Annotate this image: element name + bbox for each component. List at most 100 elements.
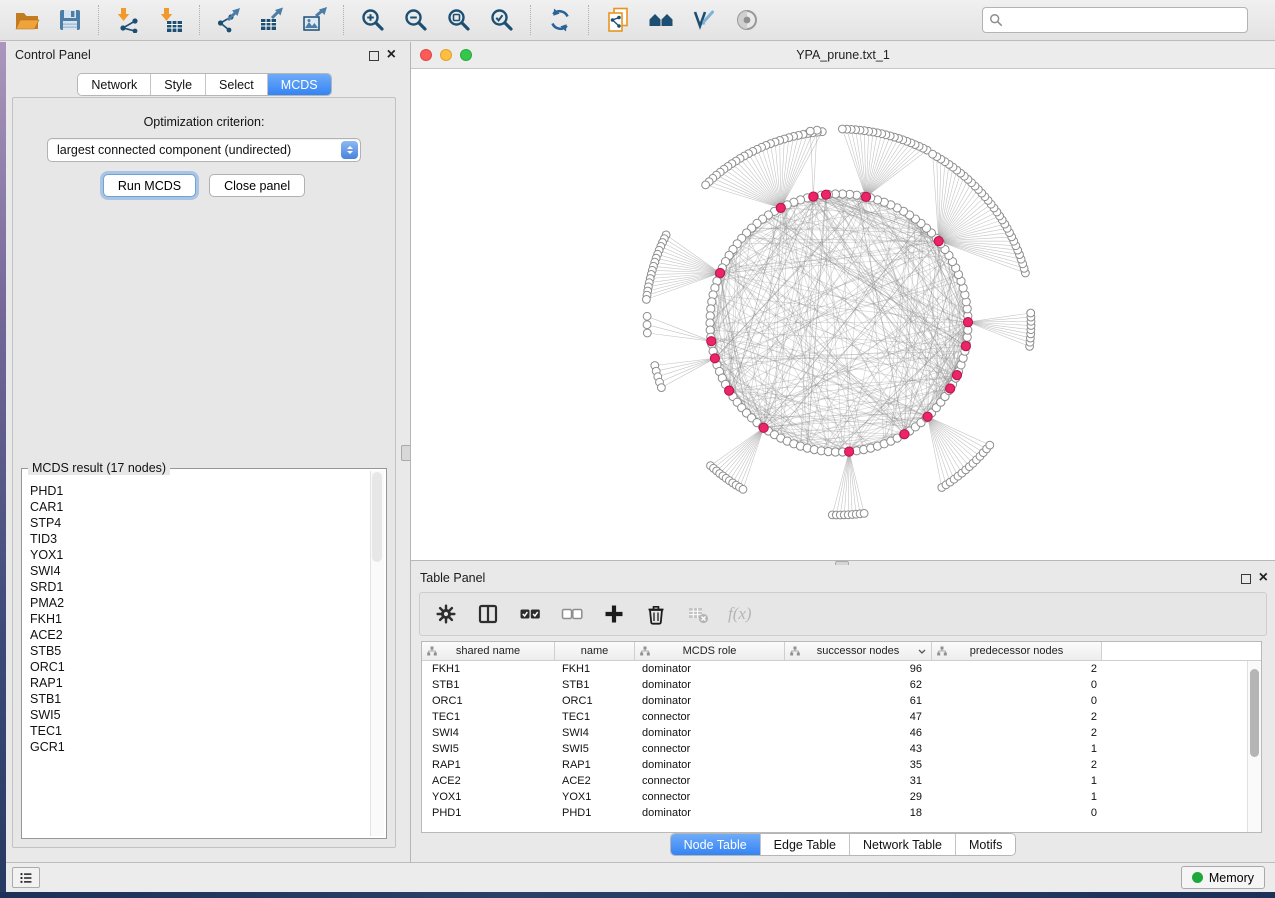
network-node[interactable] [1027,309,1035,317]
save-session-button[interactable] [55,5,85,35]
import-table-button[interactable] [156,5,186,35]
tab-mcds[interactable]: MCDS [268,74,331,95]
mcds-node[interactable] [923,412,932,421]
mcds-result-item[interactable]: SWI5 [24,707,370,723]
network-node[interactable] [839,125,847,133]
first-neighbors-button[interactable] [646,5,676,35]
mcds-result-item[interactable]: TID3 [24,531,370,547]
table-cell[interactable]: connector [635,743,785,755]
mcds-node[interactable] [776,203,785,212]
mcds-result-item[interactable]: STB5 [24,643,370,659]
table-cell[interactable]: 2 [932,727,1102,739]
mcds-node[interactable] [716,268,725,277]
table-row[interactable]: TEC1TEC1connector472 [422,709,1247,725]
open-session-button[interactable] [12,5,42,35]
table-cell[interactable]: 62 [785,679,932,691]
mcds-result-item[interactable]: SWI4 [24,563,370,579]
table-cell[interactable]: ACE2 [555,775,635,787]
table-cell[interactable]: ORC1 [422,695,555,707]
maximize-window-icon[interactable] [460,49,472,61]
table-cell[interactable]: dominator [635,679,785,691]
zoom-out-button[interactable] [401,5,431,35]
mcds-result-item[interactable]: ACE2 [24,627,370,643]
column-header-successor-nodes[interactable]: successor nodes [785,642,932,661]
table-row[interactable]: PHD1PHD1dominator180 [422,805,1247,821]
delete-columns-button[interactable] [644,602,668,626]
table-cell[interactable]: 61 [785,695,932,707]
table-cell[interactable]: FKH1 [555,663,635,675]
table-cell[interactable]: 2 [932,663,1102,675]
mcds-node[interactable] [759,423,768,432]
mcds-node[interactable] [707,337,716,346]
network-node[interactable] [643,329,651,337]
table-cell[interactable]: 18 [785,807,932,819]
table-cell[interactable]: SWI5 [422,743,555,755]
mcds-list-scrollbar[interactable] [370,471,384,836]
export-image-button[interactable] [300,5,330,35]
column-header-predecessor-nodes[interactable]: predecessor nodes [932,642,1102,661]
table-row[interactable]: ORC1ORC1dominator610 [422,693,1247,709]
network-node[interactable] [658,384,666,392]
table-row[interactable]: SWI5SWI5connector431 [422,741,1247,757]
graphics-details-button[interactable] [732,5,762,35]
network-node[interactable] [643,296,651,304]
table-cell[interactable]: 2 [932,711,1102,723]
close-panel-icon[interactable]: × [387,45,396,65]
table-row[interactable]: STB1STB1dominator620 [422,677,1247,693]
table-cell[interactable]: connector [635,791,785,803]
table-cell[interactable]: 0 [932,695,1102,707]
table-cell[interactable]: connector [635,711,785,723]
table-cell[interactable]: 0 [932,807,1102,819]
table-cell[interactable]: 2 [932,759,1102,771]
table-cell[interactable]: 43 [785,743,932,755]
network-node[interactable] [643,312,651,320]
network-node[interactable] [929,150,937,158]
tab-node-table[interactable]: Node Table [671,834,761,855]
table-cell[interactable]: PHD1 [555,807,635,819]
export-table-button[interactable] [257,5,287,35]
table-row[interactable]: SWI4SWI4dominator462 [422,725,1247,741]
table-cell[interactable]: dominator [635,727,785,739]
table-cell[interactable]: ORC1 [555,695,635,707]
table-cell[interactable]: SWI4 [555,727,635,739]
zoom-in-button[interactable] [358,5,388,35]
table-cell[interactable]: TEC1 [555,711,635,723]
scrollbar-thumb[interactable] [372,472,382,562]
mcds-node[interactable] [821,190,830,199]
network-node[interactable] [806,127,814,135]
mcds-node[interactable] [934,237,943,246]
network-view-canvas[interactable] [411,69,1275,560]
table-cell[interactable]: YOX1 [555,791,635,803]
table-cell[interactable]: 47 [785,711,932,723]
network-node[interactable] [964,326,972,334]
scrollbar-thumb[interactable] [1250,669,1259,757]
tab-edge-table[interactable]: Edge Table [761,834,850,855]
table-cell[interactable]: 31 [785,775,932,787]
table-cell[interactable]: connector [635,775,785,787]
table-cell[interactable]: 1 [932,791,1102,803]
mcds-result-item[interactable]: YOX1 [24,547,370,563]
table-cell[interactable]: dominator [635,663,785,675]
mcds-result-item[interactable]: STB1 [24,691,370,707]
table-cell[interactable]: STB1 [422,679,555,691]
export-network-button[interactable] [214,5,244,35]
tab-select[interactable]: Select [206,74,268,95]
mcds-result-item[interactable]: ORC1 [24,659,370,675]
table-cell[interactable]: RAP1 [555,759,635,771]
mcds-result-item[interactable]: CAR1 [24,499,370,515]
column-header-shared-name[interactable]: shared name [422,642,555,661]
mcds-result-item[interactable]: PHD1 [24,483,370,499]
table-cell[interactable]: YOX1 [422,791,555,803]
network-node[interactable] [986,441,994,449]
run-mcds-button[interactable]: Run MCDS [103,174,196,197]
table-cell[interactable]: 0 [932,679,1102,691]
mcds-node[interactable] [710,354,719,363]
delete-table-button[interactable] [686,602,710,626]
table-cell[interactable]: 96 [785,663,932,675]
mcds-result-item[interactable]: TEC1 [24,723,370,739]
tab-network[interactable]: Network [78,74,151,95]
mcds-result-item[interactable]: SRD1 [24,579,370,595]
select-all-button[interactable] [518,602,542,626]
mcds-node[interactable] [861,192,870,201]
table-row[interactable]: YOX1YOX1connector291 [422,789,1247,805]
